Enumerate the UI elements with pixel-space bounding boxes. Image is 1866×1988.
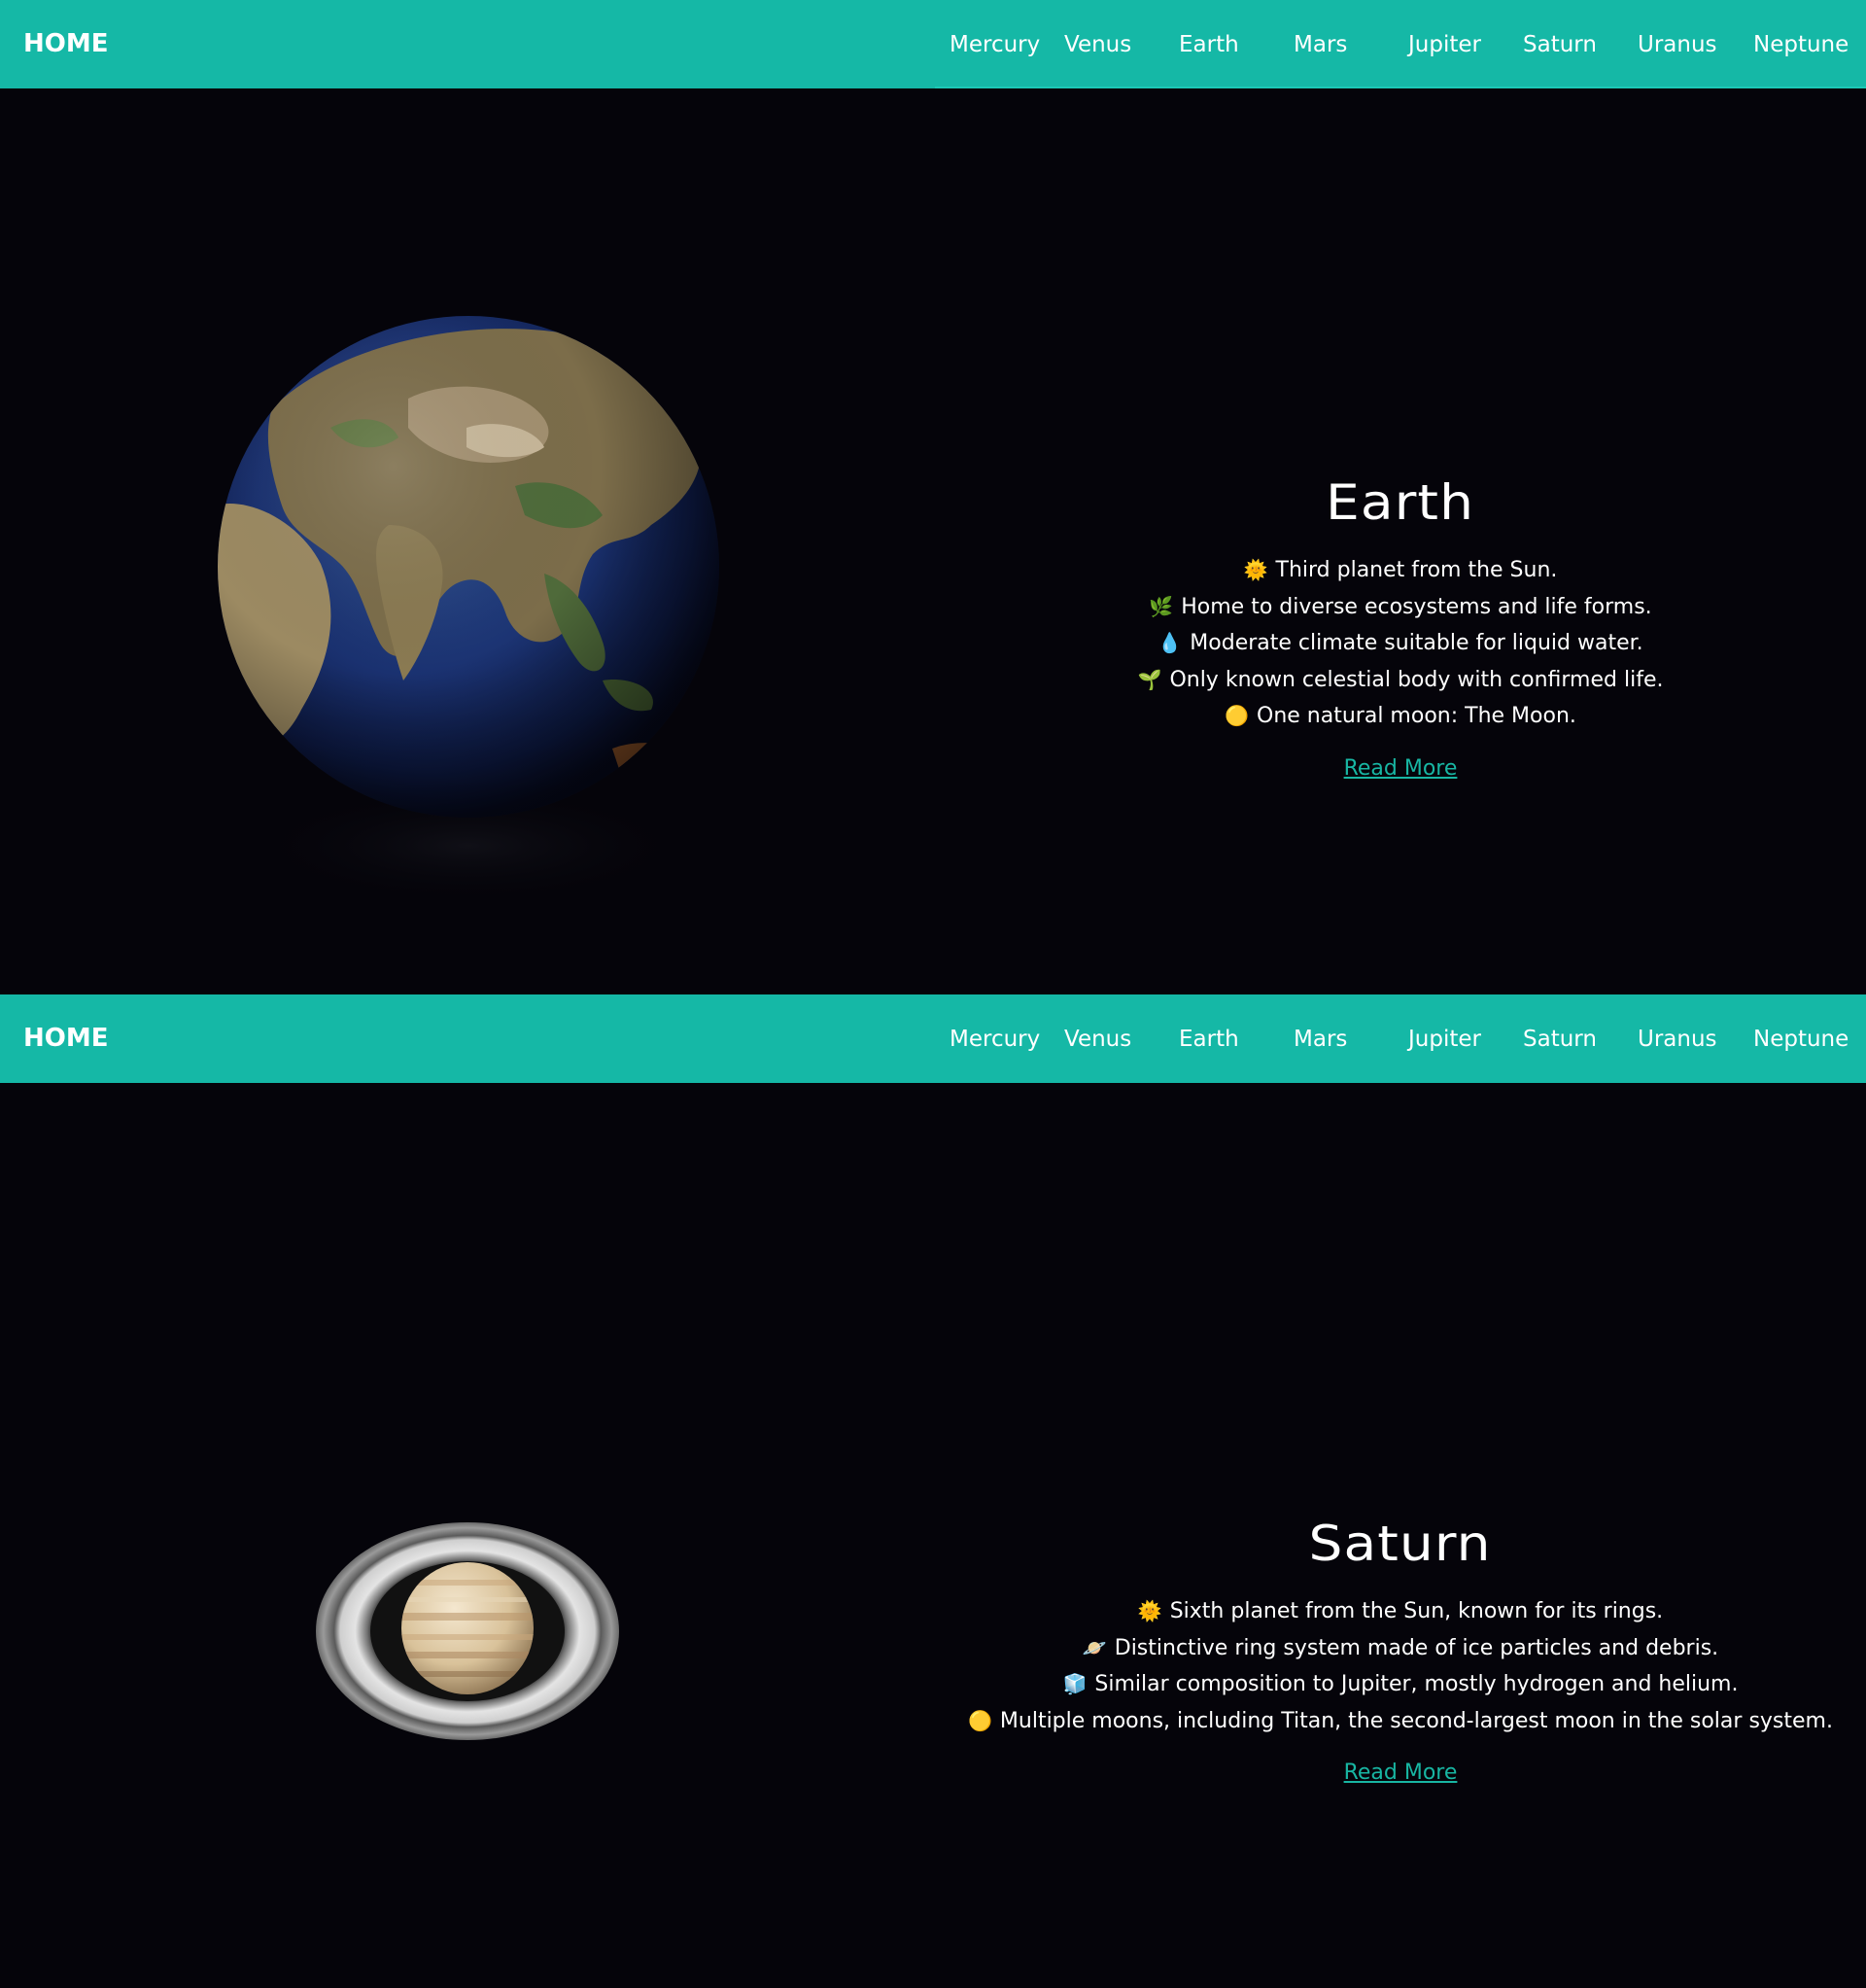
fact-text: Third planet from the Sun. [1275,558,1558,582]
home-link[interactable]: HOME [23,1024,109,1053]
navbar: HOME Mercury Venus Earth Mars Jupiter Sa… [0,994,1866,1083]
fact-text: Distinctive ring system made of ice part… [1114,1635,1719,1660]
fact-text: Similar composition to Jupiter, mostly h… [1094,1672,1739,1696]
nav-active-underline [935,87,1866,88]
navbar: HOME Mercury Venus Earth Mars Jupiter Sa… [0,0,1866,88]
earth-globe [194,292,758,914]
saturn-planet [311,1519,622,1753]
saturn-info-panel: Saturn 🌞 Sixth planet from the Sun, known… [952,1516,1849,1785]
sun-icon: 🌞 [1137,1599,1162,1622]
fact-text: Sixth planet from the Sun, known for its… [1169,1599,1664,1623]
nav-link-neptune[interactable]: Neptune [1753,1027,1849,1052]
moon-dot-icon: 🟡 [1225,704,1250,727]
fact-item: 🌞 Third planet from the Sun. [952,552,1849,589]
nav-link-mercury[interactable]: Mercury [950,1027,1040,1052]
nav-link-saturn[interactable]: Saturn [1523,1027,1597,1052]
fact-item: 🌱 Only known celestial body with confirme… [952,662,1849,699]
nav-link-earth[interactable]: Earth [1179,1027,1239,1052]
fact-item: 🌞 Sixth planet from the Sun, known for it… [952,1593,1849,1630]
fact-item: 💧 Moderate climate suitable for liquid wa… [952,625,1849,662]
nav-link-mars[interactable]: Mars [1294,32,1347,57]
sun-icon: 🌞 [1243,558,1268,581]
earth-section: HOME Mercury Venus Earth Mars Jupiter Sa… [0,0,1866,994]
nav-link-uranus[interactable]: Uranus [1638,1027,1717,1052]
fact-list: 🌞 Sixth planet from the Sun, known for it… [952,1593,1849,1739]
fact-item: 🟡 One natural moon: The Moon. [952,698,1849,735]
fact-item: 🪐 Distinctive ring system made of ice par… [952,1630,1849,1667]
home-link[interactable]: HOME [23,29,109,58]
saturn-section: HOME Mercury Venus Earth Mars Jupiter Sa… [0,994,1866,1988]
fact-item: 🧊 Similar composition to Jupiter, mostly … [952,1666,1849,1703]
moon-dot-icon: 🟡 [968,1708,992,1732]
nav-link-mars[interactable]: Mars [1294,1027,1347,1052]
planet-title: Saturn [1308,1516,1493,1572]
cube-icon: 🧊 [1062,1672,1088,1695]
nav-link-mercury[interactable]: Mercury [950,32,1040,57]
nav-link-neptune[interactable]: Neptune [1753,32,1849,57]
ringed-planet-icon: 🪐 [1082,1635,1107,1659]
planet-title: Earth [1326,474,1475,531]
earth-info-panel: Earth 🌞 Third planet from the Sun. 🌿 Home … [952,474,1849,781]
fact-item: 🟡 Multiple moons, including Titan, the se… [952,1703,1849,1740]
fact-text: Home to diverse ecosystems and life form… [1181,594,1652,619]
read-more-link[interactable]: Read More [1344,1761,1458,1785]
nav-link-earth[interactable]: Earth [1179,32,1239,57]
read-more-link[interactable]: Read More [1344,756,1458,781]
herb-icon: 🌿 [1149,594,1174,618]
droplet-icon: 💧 [1158,631,1183,654]
nav-link-venus[interactable]: Venus [1064,1027,1131,1052]
fact-item: 🌿 Home to diverse ecosystems and life for… [952,589,1849,626]
fact-text: Multiple moons, including Titan, the sec… [999,1708,1833,1733]
nav-link-saturn[interactable]: Saturn [1523,32,1597,57]
fact-text: One natural moon: The Moon. [1257,704,1576,728]
nav-link-uranus[interactable]: Uranus [1638,32,1717,57]
fact-text: Only known celestial body with confirmed… [1169,667,1664,692]
fact-list: 🌞 Third planet from the Sun. 🌿 Home to div… [952,552,1849,735]
nav-link-jupiter[interactable]: Jupiter [1408,32,1481,57]
fact-text: Moderate climate suitable for liquid wat… [1190,631,1643,655]
seedling-icon: 🌱 [1137,667,1162,691]
nav-link-jupiter[interactable]: Jupiter [1408,1027,1481,1052]
nav-link-venus[interactable]: Venus [1064,32,1131,57]
